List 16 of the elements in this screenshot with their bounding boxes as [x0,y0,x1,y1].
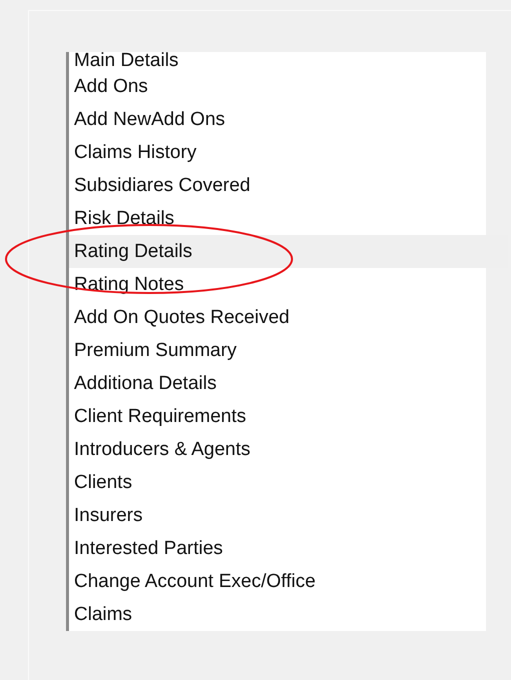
menu-item[interactable]: Add On Quotes Received [69,301,486,334]
menu-item[interactable]: Clients [69,466,486,499]
menu-item[interactable]: Claims History [69,136,486,169]
menu-item[interactable]: Subsidiares Covered [69,169,486,202]
menu-item[interactable]: Introducers & Agents [69,433,486,466]
menu-item[interactable]: Add Ons [69,70,486,103]
menu-item[interactable]: Additiona Details [69,367,486,400]
menu-item[interactable]: Change Account Exec/Office [69,565,486,598]
menu-item[interactable]: Main Details [69,52,486,70]
menu-item[interactable]: Claims [69,598,486,631]
menu-item[interactable]: Insurers [69,499,486,532]
menu-item[interactable]: Premium Summary [69,334,486,367]
menu-item[interactable]: Add NewAdd Ons [69,103,486,136]
menu-item[interactable]: Client Requirements [69,400,486,433]
menu-item[interactable]: Interested Parties [69,532,486,565]
menu-item[interactable]: Risk Details [69,202,486,235]
